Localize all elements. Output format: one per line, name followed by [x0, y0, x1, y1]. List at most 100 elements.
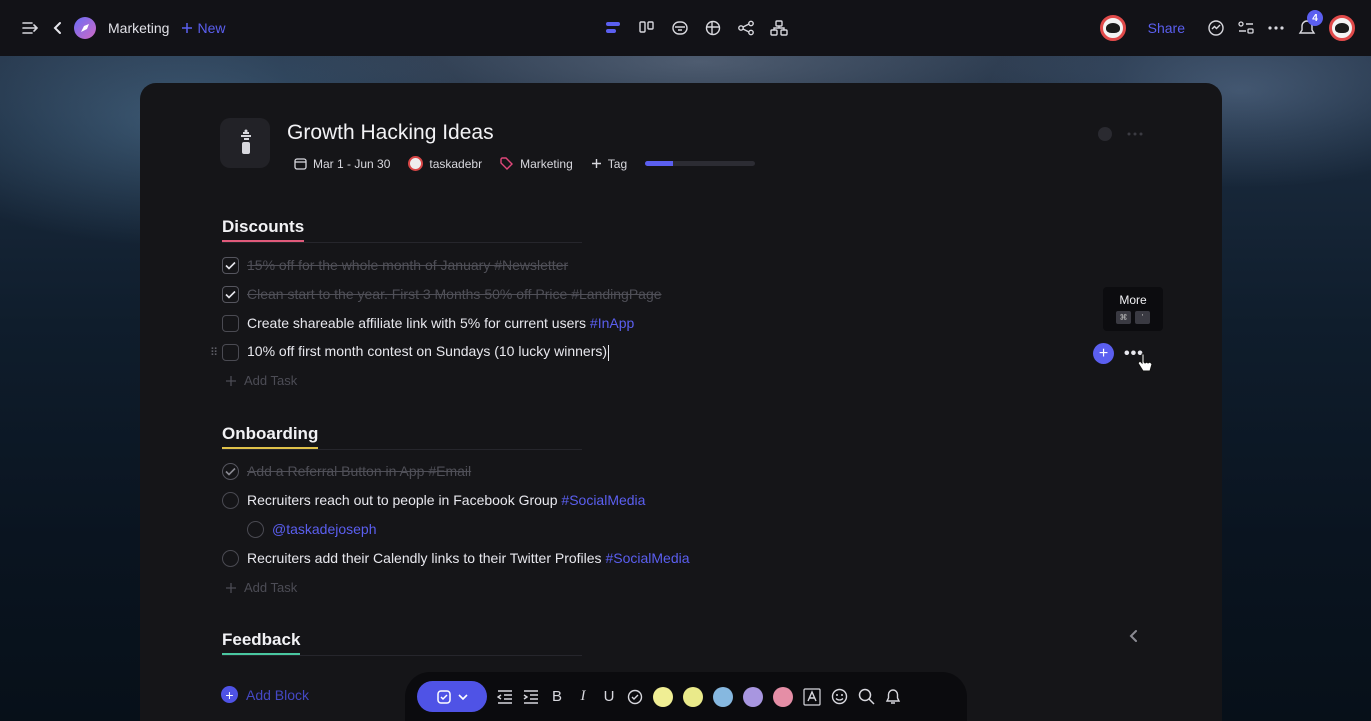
add-tag-button[interactable]: Tag: [591, 157, 627, 171]
underline-icon[interactable]: U: [601, 688, 617, 705]
collapse-chevron-icon[interactable]: [1128, 629, 1138, 643]
section-title-onboarding[interactable]: Onboarding: [222, 424, 319, 449]
task-row[interactable]: Recruiters reach out to people in Facebo…: [222, 489, 645, 511]
calendar-icon: [294, 158, 307, 170]
task-checkbox[interactable]: [222, 462, 239, 480]
owner-chip[interactable]: taskadebr: [408, 156, 482, 171]
color-swatch-blue[interactable]: [713, 686, 733, 707]
task-row[interactable]: Add a Referral Button in App #Email: [222, 460, 471, 482]
section-title-feedback[interactable]: Feedback: [222, 630, 301, 655]
outdent-icon[interactable]: [497, 689, 513, 704]
org-chart-view-icon[interactable]: [770, 20, 788, 36]
hashtag[interactable]: #SocialMedia: [605, 550, 689, 566]
task-text[interactable]: Create shareable affiliate link with 5% …: [247, 315, 634, 331]
top-bar-right: Share 4: [1099, 0, 1355, 56]
task-checkbox[interactable]: [222, 314, 239, 332]
workspace-avatar[interactable]: [74, 17, 96, 39]
task-text[interactable]: Recruiters add their Calendly links to t…: [247, 550, 690, 566]
more-tooltip: More ⌘ ': [1103, 287, 1163, 331]
workspace-name[interactable]: Marketing: [108, 20, 169, 36]
task-text[interactable]: Recruiters reach out to people in Facebo…: [247, 492, 645, 508]
add-task-label: Add Task: [244, 373, 298, 388]
sidebar-toggle-icon[interactable]: [22, 21, 40, 35]
task-text[interactable]: Clean start to the year. First 3 Months …: [247, 286, 662, 302]
date-range[interactable]: Mar 1 - Jun 30: [294, 157, 390, 171]
view-switcher: [605, 0, 788, 56]
color-swatch-pink[interactable]: [773, 686, 793, 707]
project-icon[interactable]: [220, 118, 270, 168]
task-row[interactable]: Recruiters add their Calendly links to t…: [222, 547, 690, 569]
hashtag[interactable]: #InApp: [590, 315, 634, 331]
add-block-button[interactable]: + Add Block: [221, 686, 309, 703]
status-dot[interactable]: [1098, 127, 1112, 141]
section-title-text: Discounts: [222, 217, 305, 236]
task-text-content: Recruiters add their Calendly links to t…: [247, 550, 606, 566]
folder-tag[interactable]: Marketing: [500, 157, 573, 171]
owner-avatar: [408, 156, 424, 171]
document-panel: Growth Hacking Ideas Mar 1 - Jun 30 task…: [140, 83, 1222, 721]
row-add-button[interactable]: +: [1093, 343, 1114, 364]
panel-more-icon[interactable]: [1126, 131, 1144, 137]
add-block-label: Add Block: [246, 686, 310, 703]
subtask-row[interactable]: @taskadejoseph: [247, 518, 377, 540]
shortcut-key: ': [1135, 311, 1150, 324]
color-swatch-purple[interactable]: [743, 686, 763, 707]
task-row[interactable]: 15% off for the whole month of January #…: [222, 254, 568, 276]
project-title[interactable]: Growth Hacking Ideas: [287, 121, 494, 145]
tooltip-label: More: [1119, 293, 1147, 307]
table-view-icon[interactable]: [704, 20, 722, 36]
color-swatch-lime[interactable]: [683, 686, 703, 707]
task-checkbox[interactable]: [222, 549, 239, 567]
color-swatch-yellow[interactable]: [653, 686, 673, 707]
task-row[interactable]: Create shareable affiliate link with 5% …: [222, 312, 634, 334]
block-type-dropdown[interactable]: [417, 681, 487, 712]
task-checkbox[interactable]: [247, 520, 264, 538]
board-view-icon[interactable]: [638, 20, 656, 36]
text-color-icon[interactable]: [803, 687, 821, 706]
bold-icon[interactable]: B: [549, 688, 565, 705]
check-circle-icon[interactable]: [627, 689, 643, 705]
add-task-button[interactable]: Add Task: [226, 580, 297, 595]
task-checkbox[interactable]: [222, 491, 239, 509]
activity-icon[interactable]: [1207, 19, 1225, 37]
search-icon[interactable]: [858, 688, 875, 705]
top-bar: Marketing New Share 4: [0, 0, 1371, 56]
task-checkbox[interactable]: [222, 285, 239, 303]
task-text-content: 10% off first month contest on Sundays (…: [247, 343, 608, 360]
emoji-icon[interactable]: [831, 688, 848, 705]
plus-icon: [591, 159, 601, 168]
plus-icon: [226, 375, 236, 386]
collaborator-avatar[interactable]: [1099, 15, 1126, 41]
add-task-button[interactable]: Add Task: [226, 373, 297, 388]
folder-label: Marketing: [520, 156, 573, 171]
notifications-icon[interactable]: 4: [1297, 10, 1323, 38]
task-checkbox[interactable]: [222, 343, 239, 361]
task-row[interactable]: Clean start to the year. First 3 Months …: [222, 283, 662, 305]
hashtag[interactable]: #SocialMedia: [561, 492, 645, 508]
share-button[interactable]: Share: [1138, 20, 1195, 36]
bell-icon[interactable]: [885, 688, 901, 705]
task-text[interactable]: 10% off first month contest on Sundays (…: [247, 343, 610, 361]
sort-icon[interactable]: [1237, 20, 1255, 36]
project-meta: Mar 1 - Jun 30 taskadebr Marketing Tag: [294, 156, 756, 171]
indent-icon[interactable]: [523, 689, 539, 704]
italic-icon[interactable]: I: [575, 688, 591, 705]
section-title-discounts[interactable]: Discounts: [222, 217, 305, 242]
new-button[interactable]: New: [181, 20, 225, 36]
task-text-content: Create shareable affiliate link with 5% …: [247, 315, 590, 331]
plus-icon: [226, 582, 236, 593]
task-checkbox[interactable]: [222, 256, 239, 274]
more-options-icon[interactable]: [1267, 25, 1285, 31]
back-chevron-icon[interactable]: [52, 21, 62, 35]
mention[interactable]: @taskadejoseph: [272, 521, 377, 537]
task-row[interactable]: 10% off first month contest on Sundays (…: [222, 341, 610, 363]
task-text[interactable]: Add a Referral Button in App #Email: [247, 463, 471, 479]
user-avatar[interactable]: [1329, 15, 1355, 41]
tooltip-shortcut: ⌘ ': [1103, 311, 1163, 324]
mindmap-view-icon[interactable]: [737, 20, 755, 36]
calendar-view-icon[interactable]: [671, 20, 689, 36]
list-view-icon[interactable]: [605, 20, 623, 36]
drag-handle-icon[interactable]: ⠿: [210, 346, 218, 359]
text-caret: [608, 344, 610, 361]
task-text[interactable]: 15% off for the whole month of January #…: [247, 257, 568, 273]
